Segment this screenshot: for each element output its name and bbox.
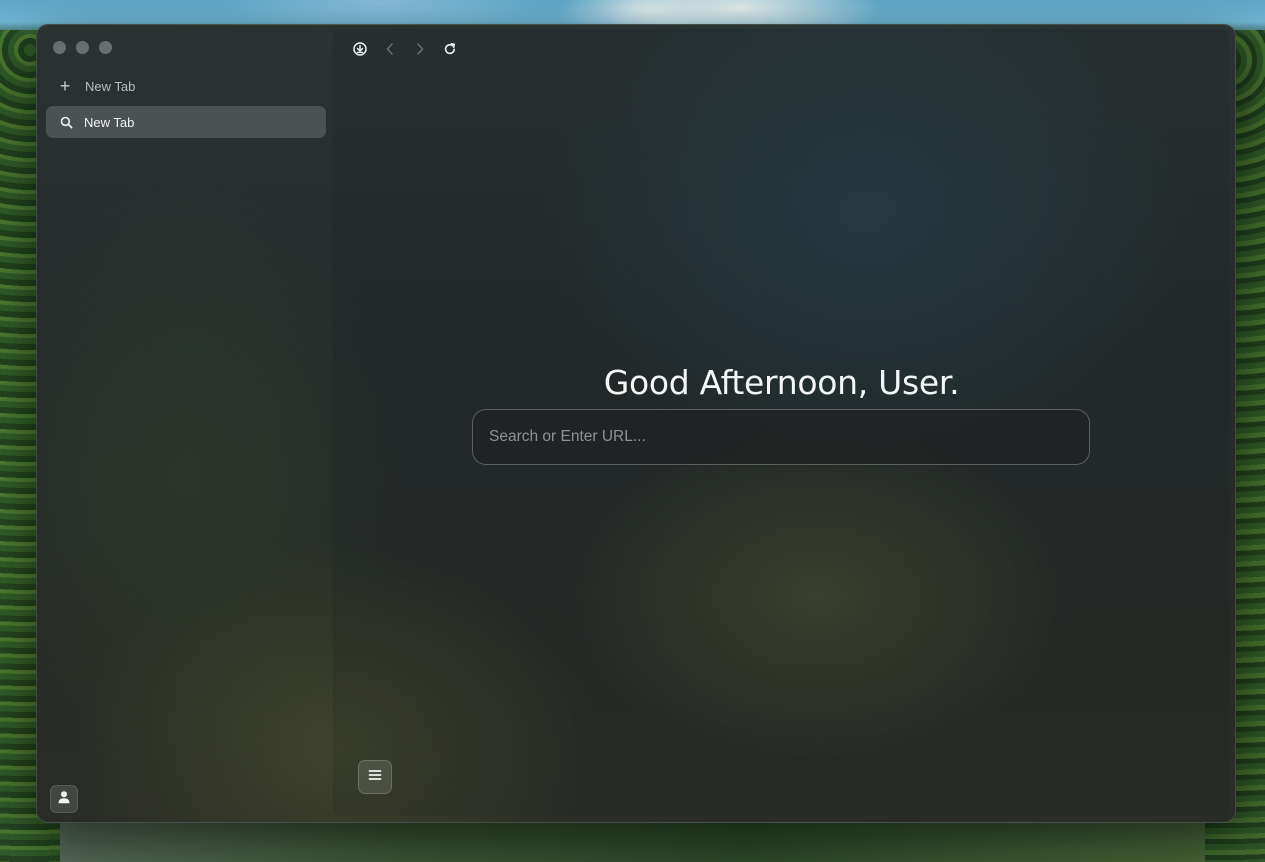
sidebar-tab-item[interactable]: New Tab <box>46 106 326 138</box>
forward-button[interactable] <box>410 41 430 61</box>
search-icon <box>59 115 73 129</box>
tab-label: New Tab <box>84 114 135 130</box>
back-button[interactable] <box>380 41 400 61</box>
menu-icon <box>368 768 382 786</box>
downloads-button[interactable] <box>350 41 370 61</box>
wallpaper-strip <box>60 822 1205 862</box>
search-box[interactable] <box>472 409 1090 465</box>
menu-button[interactable] <box>358 760 392 794</box>
minimize-window-button[interactable] <box>76 41 89 54</box>
back-icon <box>384 42 396 61</box>
profile-button[interactable] <box>50 785 78 813</box>
download-icon <box>353 41 367 61</box>
greeting-heading: Good Afternoon, User. <box>603 363 960 402</box>
sidebar: + New Tab New Tab <box>37 25 333 822</box>
reload-icon <box>443 42 457 61</box>
zoom-window-button[interactable] <box>99 41 112 54</box>
window-controls <box>53 41 112 54</box>
reload-button[interactable] <box>440 41 460 61</box>
main-content: Good Afternoon, User. <box>334 29 1229 816</box>
user-icon <box>57 790 71 809</box>
new-tab-button[interactable]: + New Tab <box>47 73 327 99</box>
close-window-button[interactable] <box>53 41 66 54</box>
new-tab-label: New Tab <box>85 78 136 94</box>
search-input[interactable] <box>473 410 1089 464</box>
plus-icon: + <box>59 76 71 96</box>
browser-window: + New Tab New Tab Good Afternoon, User. … <box>36 24 1236 823</box>
forward-icon <box>414 42 426 61</box>
toolbar <box>350 41 470 61</box>
